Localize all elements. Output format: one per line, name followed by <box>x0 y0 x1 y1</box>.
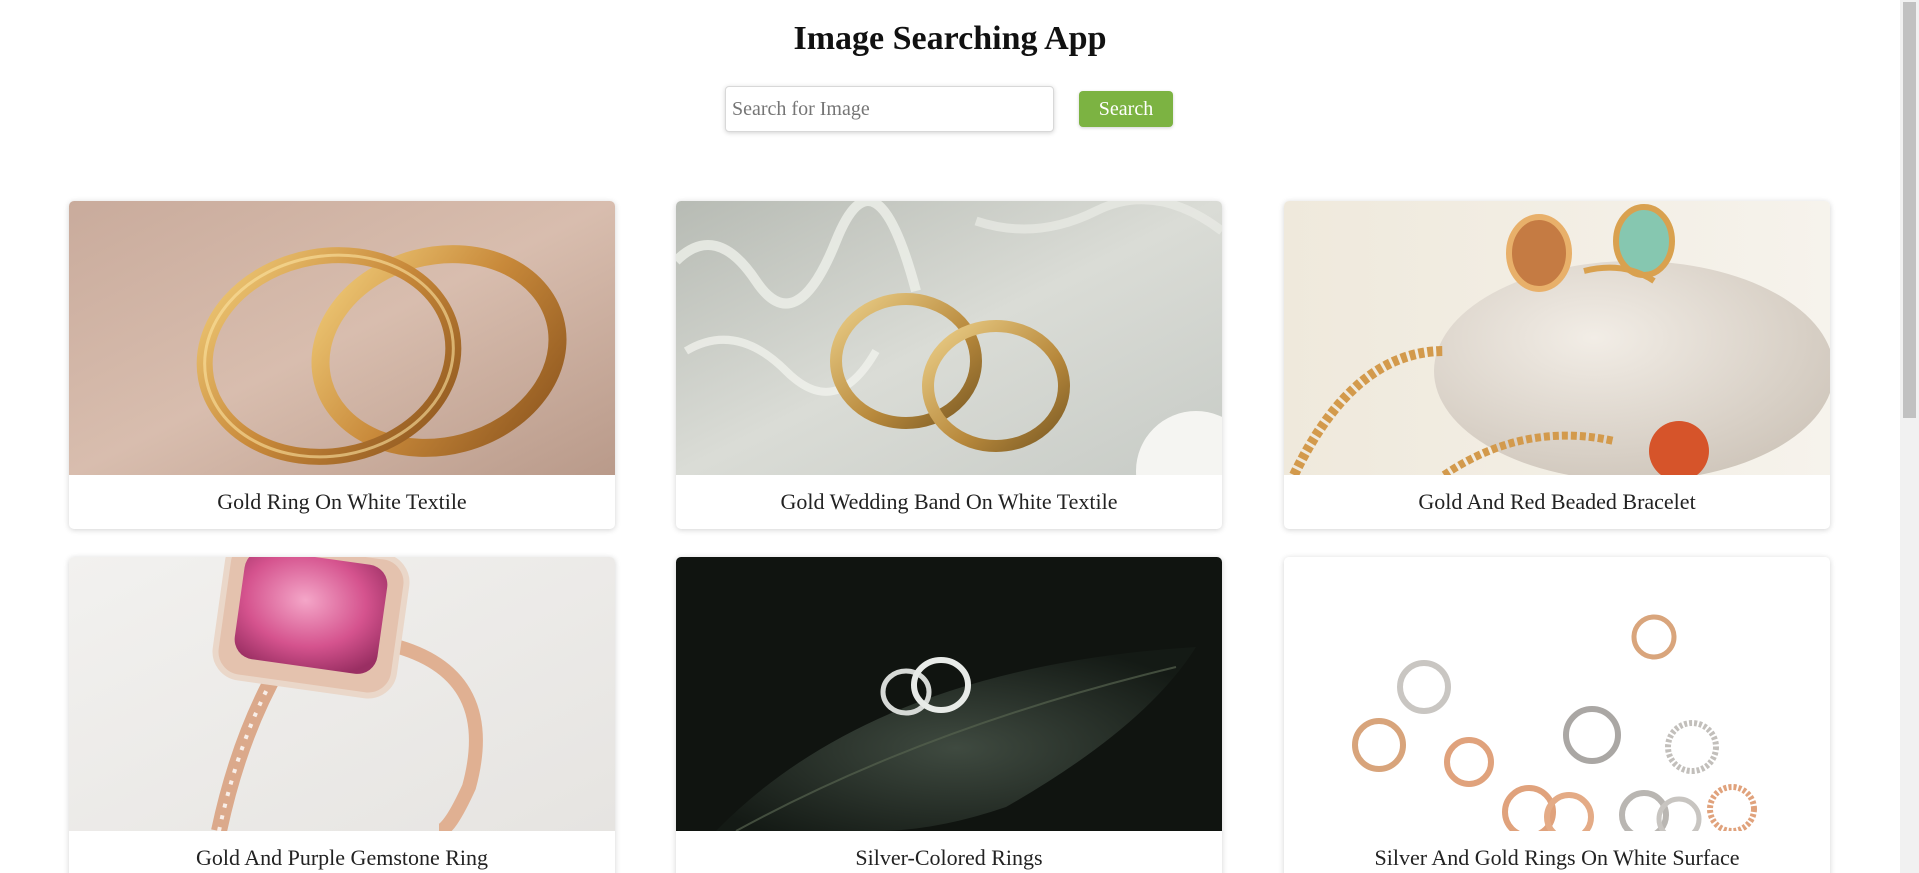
scrollbar-thumb[interactable] <box>1903 2 1916 418</box>
page: Image Searching App Search for Image Sea… <box>0 0 1900 873</box>
search-input[interactable] <box>725 86 1054 132</box>
image-caption: Silver And Gold Rings On White Surface <box>1374 845 1740 870</box>
image-caption: Silver-Colored Rings <box>855 845 1043 870</box>
image-caption: Gold And Red Beaded Bracelet <box>1418 489 1696 514</box>
result-image[interactable] <box>676 557 1222 831</box>
search-button[interactable]: Search <box>1079 91 1173 127</box>
image-card[interactable]: Gold And Red Beaded Bracelet <box>1284 201 1830 529</box>
image-caption: Gold Ring On White Textile <box>217 489 467 514</box>
result-image[interactable] <box>69 201 615 475</box>
result-image[interactable] <box>1284 557 1830 831</box>
image-caption: Gold Wedding Band On White Textile <box>780 489 1118 514</box>
result-image[interactable] <box>676 201 1222 475</box>
vertical-scrollbar[interactable] <box>1900 0 1919 873</box>
result-image[interactable] <box>1284 201 1830 475</box>
image-card[interactable]: Gold Ring On White Textile <box>69 201 615 529</box>
image-caption: Gold And Purple Gemstone Ring <box>195 845 489 870</box>
image-card[interactable]: Gold Wedding Band On White Textile <box>676 201 1222 529</box>
image-card[interactable]: Silver-Colored Rings <box>676 557 1222 873</box>
image-card[interactable]: Gold And Purple Gemstone Ring <box>69 557 615 873</box>
page-title: Image Searching App <box>793 20 1107 57</box>
image-card[interactable]: Silver And Gold Rings On White Surface <box>1284 557 1830 873</box>
search-bar: Search <box>725 86 1185 132</box>
result-image[interactable] <box>69 557 615 831</box>
